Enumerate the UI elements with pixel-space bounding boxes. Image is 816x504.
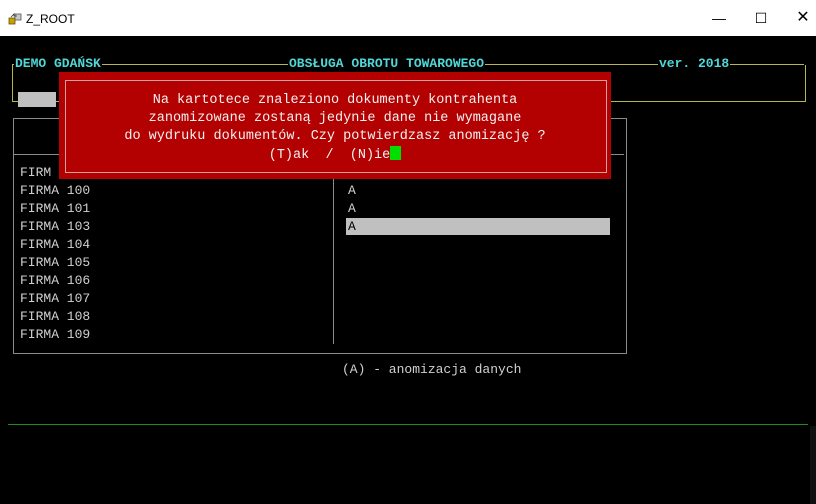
selected-row-mark[interactable]: A [346, 218, 610, 235]
anonymized-mark: A [348, 219, 356, 234]
dialog-message-line-1: Na kartotece znaleziono dokumenty kontra… [152, 93, 518, 108]
list-item[interactable]: FIRMA 106 [20, 272, 90, 290]
dialog-message-line-3: do wydruku dokumentów. Czy potwierdzasz … [124, 129, 546, 144]
list-item[interactable]: FIRMA 101 [20, 200, 90, 218]
close-icon[interactable]: ✕ [784, 0, 816, 36]
version-label: ver. 2018 [658, 56, 731, 72]
list-item[interactable]: FIRMA 100 [20, 182, 90, 200]
no-option[interactable]: (N)ie [350, 148, 391, 163]
legend-text: (A) - anomizacja danych [342, 362, 522, 377]
status-separator [8, 424, 808, 425]
window-title: Z_ROOT [26, 12, 75, 26]
list-item[interactable]: FIRMA 108 [20, 308, 90, 326]
anonymized-mark: A [348, 201, 356, 216]
choice-separator: / [325, 148, 334, 163]
list-item[interactable]: FIRMA 104 [20, 236, 90, 254]
yes-option[interactable]: (T)ak [269, 148, 310, 163]
module-title: OBSŁUGA OBROTU TOWAROWEGO [288, 56, 486, 72]
text-cursor [390, 146, 402, 160]
input-field-highlight [18, 92, 56, 107]
list-column-divider [333, 164, 334, 344]
maximize-icon[interactable]: ☐ [742, 0, 780, 36]
anonymized-mark: A [348, 183, 356, 198]
list-item[interactable]: FIRM [20, 164, 51, 182]
list-item[interactable]: FIRMA 109 [20, 326, 90, 344]
list-item[interactable]: FIRMA 105 [20, 254, 90, 272]
scrollbar-track[interactable] [810, 426, 816, 504]
dialog-message-line-2: zanomizowane zostaną jedynie dane nie wy… [148, 111, 522, 126]
minimize-icon[interactable]: — [700, 0, 738, 36]
company-name: DEMO GDAŃSK [14, 56, 102, 72]
anonymization-confirm-dialog: Na kartotece znaleziono dokumenty kontra… [59, 72, 611, 179]
dialog-choices: (T)ak / (N)ie [59, 146, 611, 164]
list-item[interactable]: FIRMA 107 [20, 290, 90, 308]
list-item[interactable]: FIRMA 103 [20, 218, 90, 236]
terminal-screen[interactable]: DEMO GDAŃSK OBSŁUGA OBROTU TOWAROWEGO ve… [0, 36, 816, 504]
window-titlebar: Z_ROOT — ☐ ✕ [0, 0, 816, 36]
app-icon [8, 13, 22, 25]
